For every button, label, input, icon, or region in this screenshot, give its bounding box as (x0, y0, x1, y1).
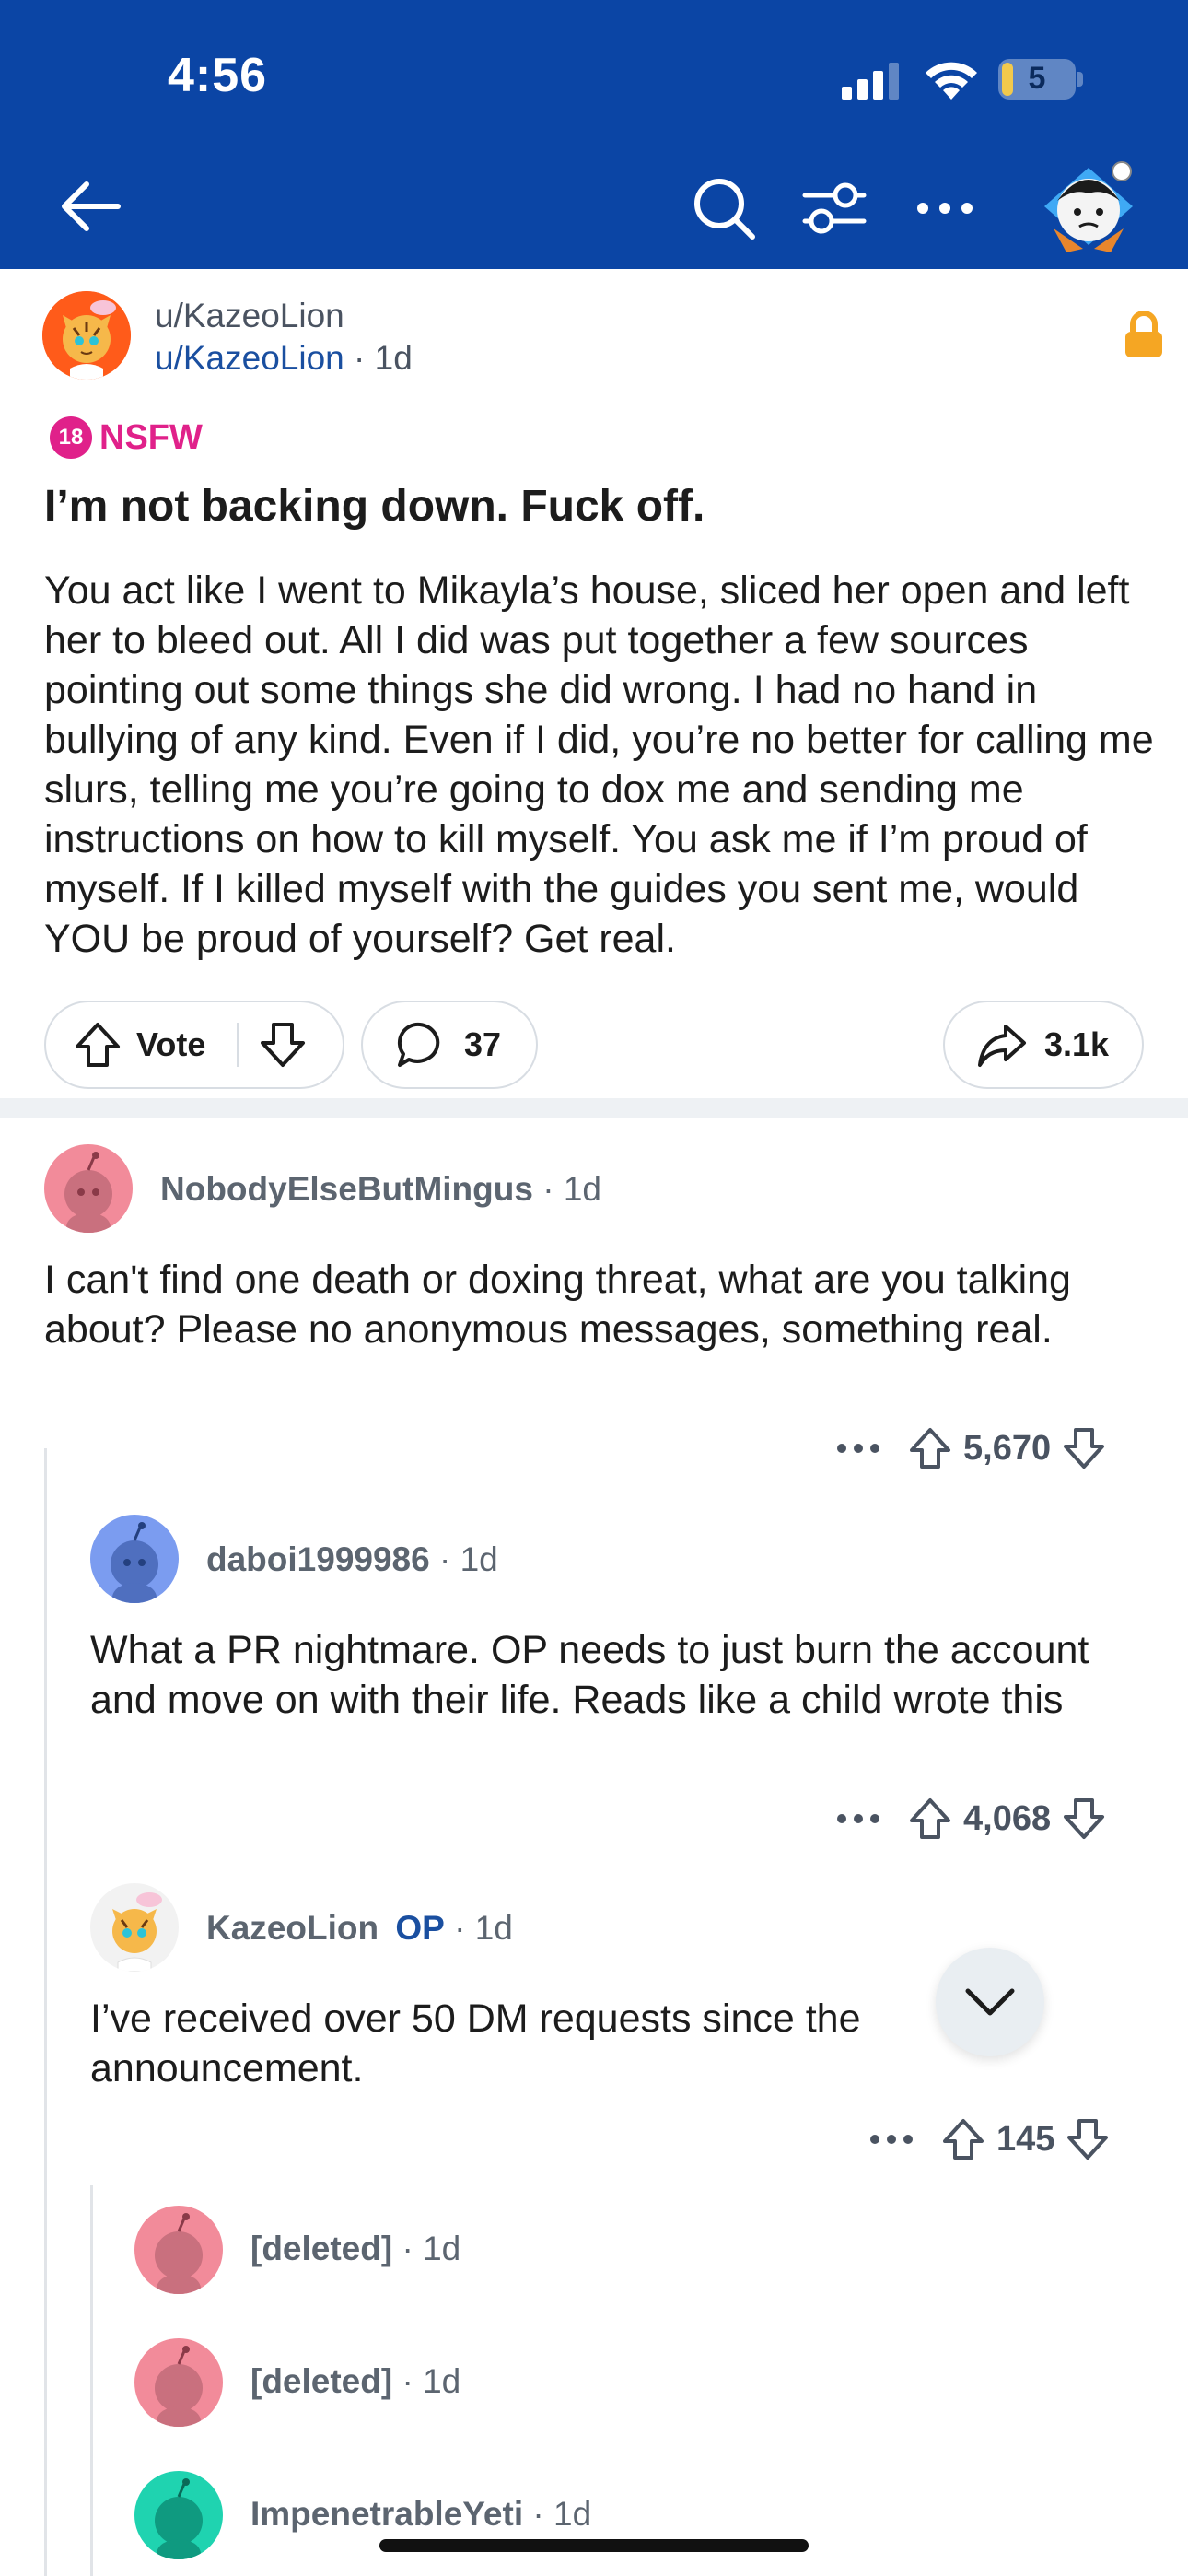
meta-separator: · (402, 2362, 413, 2400)
app-header: 4:56 5 (0, 0, 1188, 269)
post-community[interactable]: u/KazeoLion (155, 297, 344, 335)
comment-age: 1d (423, 2362, 461, 2400)
comment-header: KazeoLion OP · 1d (206, 1909, 513, 1948)
snoo-avatar-icon (155, 2478, 203, 2559)
meta-separator: · (402, 2230, 413, 2267)
post-author[interactable]: u/KazeoLion (155, 339, 344, 377)
nsfw-18-badge: 18 (50, 416, 92, 459)
more-horizontal-icon[interactable] (834, 1809, 882, 1828)
search-icon (694, 179, 755, 240)
comment-avatar[interactable] (90, 1883, 179, 1972)
comment-avatar[interactable] (90, 1515, 179, 1603)
downvote-icon[interactable] (1060, 1795, 1108, 1843)
comment-age: 1d (460, 1540, 498, 1578)
comment-header[interactable]: [deleted] · 1d (250, 2362, 460, 2401)
vote-label: Vote (136, 1025, 206, 1063)
meta-separator: · (454, 1909, 466, 1947)
back-button[interactable] (48, 173, 131, 240)
user-avatar-icon[interactable] (1030, 153, 1147, 260)
comment-score: 145 (996, 2119, 1055, 2159)
lock-icon (1125, 311, 1162, 357)
upvote-icon[interactable] (70, 1017, 125, 1072)
cellular-signal-icon (842, 63, 899, 100)
more-horizontal-icon[interactable] (834, 1439, 882, 1458)
post-comments-divider (0, 1098, 1188, 1118)
more-options-button[interactable] (906, 170, 984, 247)
downvote-icon[interactable] (1064, 2115, 1112, 2163)
meta-separator: · (532, 2495, 544, 2533)
snoo-avatar-icon (155, 2346, 203, 2427)
post-vote-control: Vote (44, 1001, 344, 1089)
post-author-avatar[interactable] (42, 291, 131, 380)
more-horizontal-icon (917, 203, 973, 214)
upvote-icon[interactable] (906, 1424, 954, 1472)
op-avatar-icon (112, 1892, 162, 1972)
status-time: 4:56 (168, 49, 268, 102)
comments-button[interactable]: 37 (361, 1001, 538, 1089)
share-count: 3.1k (1044, 1025, 1110, 1063)
comment-score: 4,068 (963, 1798, 1052, 1838)
comment-actions: 4,068 (834, 1791, 1108, 1846)
comment-age: 1d (563, 1170, 601, 1208)
comment-body: I can't find one death or doxing threat,… (44, 1258, 1071, 1352)
vote-divider (237, 1023, 239, 1067)
downvote-icon[interactable] (1060, 1424, 1108, 1472)
comment-score: 5,670 (963, 1428, 1052, 1468)
post-body: You act like I went to Mikayla’s house, … (44, 568, 1154, 961)
comment-avatar[interactable] (44, 1144, 133, 1233)
nsfw-label: NSFW (99, 417, 203, 457)
thread-line-level-1 (44, 1448, 47, 2576)
comment-header[interactable]: [deleted] · 1d (250, 2230, 460, 2268)
post-meta: u/KazeoLion · 1d (155, 339, 413, 378)
battery-indicator: 5 (998, 59, 1083, 100)
comment-age: 1d (474, 1909, 513, 1947)
post-age: 1d (374, 339, 413, 377)
meta-separator: · (354, 339, 366, 377)
comment-avatar[interactable] (134, 2471, 223, 2559)
snoo-avatar-icon (111, 1522, 158, 1603)
upvote-icon[interactable] (906, 1795, 954, 1843)
share-arrow-icon (978, 1025, 1026, 1067)
post-title: I’m not backing down. Fuck off. (44, 482, 705, 531)
comment-header: daboi1999986 · 1d (206, 1540, 498, 1579)
comment-header: ImpenetrableYeti · 1d (250, 2495, 591, 2534)
comment-author[interactable]: ImpenetrableYeti (250, 2495, 523, 2533)
comment-count: 37 (464, 1025, 502, 1063)
comment-body: What a PR nightmare. OP needs to just bu… (90, 1628, 1089, 1722)
op-badge: OP (395, 1909, 445, 1947)
comment-age: 1d (553, 2495, 592, 2533)
home-indicator[interactable] (379, 2539, 809, 2552)
comment-author[interactable]: daboi1999986 (206, 1540, 430, 1578)
comment-avatar[interactable] (134, 2206, 223, 2294)
comment-body: I’ve received over 50 DM requests since … (90, 1996, 861, 2090)
sort-filter-icon (802, 182, 867, 234)
comment-age: 1d (423, 2230, 461, 2267)
more-horizontal-icon[interactable] (868, 2130, 915, 2149)
share-button[interactable]: 3.1k (943, 1001, 1144, 1089)
thread-line-level-2 (90, 2185, 93, 2576)
downvote-icon[interactable] (255, 1017, 310, 1072)
snoo-avatar-icon (64, 1152, 112, 1233)
comment-author[interactable]: NobodyElseButMingus (160, 1170, 533, 1208)
upvote-icon[interactable] (939, 2115, 987, 2163)
nsfw-tag: 18 NSFW (50, 416, 203, 459)
comment-author: [deleted] (250, 2362, 393, 2400)
comment-author: [deleted] (250, 2230, 393, 2267)
chevron-down-icon (965, 1988, 1015, 2016)
arrow-left-icon (62, 181, 121, 231)
sort-filter-button[interactable] (794, 170, 875, 247)
wifi-icon (926, 62, 977, 100)
meta-separator: · (542, 1170, 554, 1208)
comment-actions: 5,670 (834, 1421, 1108, 1476)
battery-level: 5 (1028, 61, 1046, 96)
comment-header: NobodyElseButMingus · 1d (160, 1170, 601, 1209)
next-comment-button[interactable] (936, 1948, 1044, 2056)
meta-separator: · (439, 1540, 451, 1578)
comment-avatar[interactable] (134, 2338, 223, 2427)
comment-bubble-icon (397, 1022, 440, 1067)
snoo-avatar-icon (155, 2213, 203, 2294)
search-button[interactable] (683, 170, 764, 247)
comment-author[interactable]: KazeoLion (206, 1909, 379, 1947)
comment-actions: 145 (868, 2112, 1112, 2167)
